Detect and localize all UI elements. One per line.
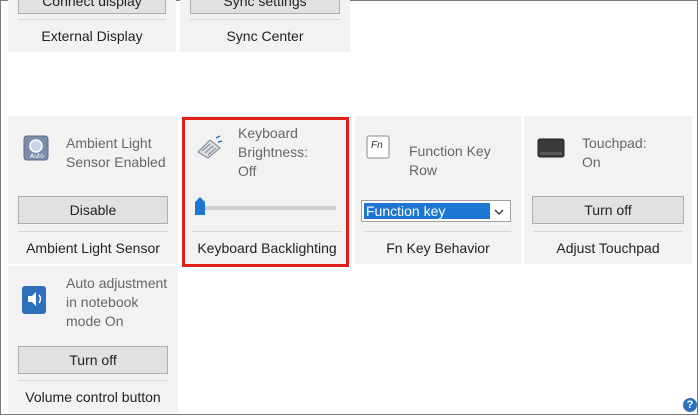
- fn-key-icon-label: Fn: [371, 140, 383, 151]
- tile-caption: Sync Center: [190, 19, 340, 52]
- fn-key-dropdown-value: Function key: [364, 203, 490, 219]
- touchpad-turn-off-button[interactable]: Turn off: [532, 196, 684, 224]
- tile-ambient-light-sensor: Auto Ambient Light Sensor Enabled Disabl…: [8, 116, 178, 264]
- fn-key-dropdown[interactable]: Function key: [361, 200, 511, 222]
- tile-caption: External Display: [18, 19, 166, 52]
- touchpad-icon: [537, 138, 565, 158]
- volume-status-text: Auto adjustment in notebook mode On: [66, 275, 168, 329]
- tile-keyboard-backlighting: Keyboard Brightness: Off Keyboard Backli…: [182, 116, 352, 264]
- volume-control-icon: [22, 286, 46, 314]
- tile-caption: Ambient Light Sensor: [18, 231, 168, 264]
- touchpad-status-text: Touchpad: On: [582, 135, 647, 170]
- brightness-slider-thumb[interactable]: [194, 196, 206, 216]
- tile-adjust-touchpad: Touchpad: On Turn off Adjust Touchpad: [524, 116, 692, 264]
- volume-turn-off-button[interactable]: Turn off: [18, 346, 168, 374]
- disable-button[interactable]: Disable: [18, 196, 168, 224]
- tile-caption: Adjust Touchpad: [534, 231, 682, 264]
- keyboard-icon: [197, 135, 223, 159]
- svg-text:Auto: Auto: [30, 153, 44, 160]
- brightness-slider-track[interactable]: [196, 206, 336, 210]
- keyboard-status-text: Keyboard Brightness: Off: [238, 125, 309, 179]
- tile-sync-center: Sync settings Sync Center: [180, 0, 350, 52]
- tile-caption: Volume control button: [18, 380, 168, 413]
- connect-display-button[interactable]: Connect display: [18, 0, 166, 14]
- tile-caption: Keyboard Backlighting: [192, 231, 342, 264]
- help-icon[interactable]: ?: [683, 398, 697, 412]
- ambient-light-sensor-icon: Auto: [23, 135, 49, 161]
- tile-external-display: Connect display External Display: [8, 0, 176, 52]
- tile-fn-key-behavior: Fn Function Key Row Function key Fn Key …: [355, 116, 521, 264]
- tile-caption: Fn Key Behavior: [365, 231, 511, 264]
- sync-settings-button[interactable]: Sync settings: [190, 0, 340, 14]
- chevron-down-icon[interactable]: [492, 205, 506, 219]
- fn-status-text: Function Key Row: [409, 143, 491, 178]
- tile-volume-control: Auto adjustment in notebook mode On Turn…: [8, 266, 178, 413]
- ambient-status-text: Ambient Light Sensor Enabled: [66, 135, 166, 170]
